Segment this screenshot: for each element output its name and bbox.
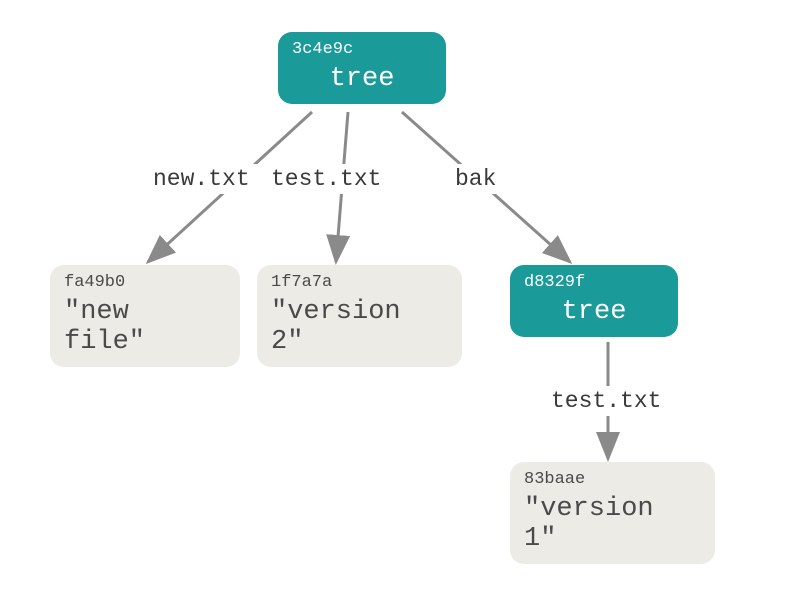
blob2-hash: 1f7a7a (271, 271, 448, 295)
edge-label-bak: bak (447, 164, 504, 194)
root-label: tree (292, 64, 432, 94)
blob-node-version1: 83baae "version 1" (510, 462, 715, 564)
edge-label-testtxt: test.txt (263, 164, 389, 194)
blob-node-version2: 1f7a7a "version 2" (257, 265, 462, 367)
blob3-hash: 83baae (524, 468, 701, 492)
blob1-label: "new file" (64, 297, 226, 357)
subtree-node: d8329f tree (510, 265, 678, 337)
edge-label-newtxt: new.txt (145, 164, 258, 194)
edge-label-testtxt2: test.txt (543, 386, 669, 416)
root-tree-node: 3c4e9c tree (278, 32, 446, 104)
blob1-hash: fa49b0 (64, 271, 226, 295)
subtree-label: tree (524, 297, 664, 327)
blob2-label: "version 2" (271, 297, 448, 357)
blob3-label: "version 1" (524, 494, 701, 554)
subtree-hash: d8329f (524, 271, 664, 295)
root-hash: 3c4e9c (292, 38, 432, 62)
blob-node-newfile: fa49b0 "new file" (50, 265, 240, 367)
